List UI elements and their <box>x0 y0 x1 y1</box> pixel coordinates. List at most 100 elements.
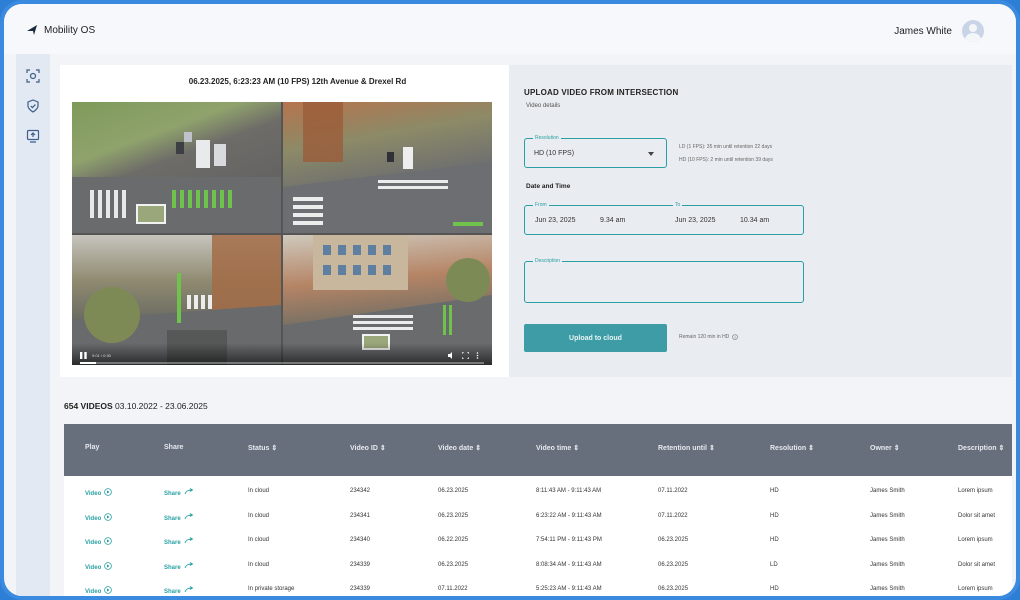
table-row[interactable]: Video Share In cloud 234341 06.23.2025 6:23:2… <box>64 505 1012 529</box>
column-header[interactable]: Status ⇕ <box>248 444 277 452</box>
sort-icon: ⇕ <box>708 445 715 452</box>
cell-date: 06.22.2025 <box>438 537 469 543</box>
cell-play[interactable]: Video <box>85 488 113 497</box>
remain-text: Remain 120 min in HD <box>679 334 730 340</box>
cell-date: 06.23.2025 <box>438 561 469 568</box>
table-row[interactable]: Video Share In cloud 234339 06.23.2025 8:08:3… <box>64 554 1012 578</box>
cell-play[interactable]: Video <box>85 561 113 571</box>
camera-view-1 <box>72 102 281 233</box>
cell-time: 8:11:43 AM - 9:11:43 AM <box>536 488 602 494</box>
column-header[interactable]: Video date ⇕ <box>438 444 481 452</box>
cell-share[interactable]: Share <box>164 488 194 497</box>
to-time[interactable]: 10.34 am <box>740 217 769 224</box>
sort-icon: ⇕ <box>379 445 386 452</box>
column-header[interactable]: Resolution ⇕ <box>770 444 814 452</box>
avatar[interactable] <box>962 20 984 42</box>
description-field[interactable]: Description <box>524 258 804 303</box>
cell-time: 5:25:23 AM - 9:11:43 AM <box>536 586 602 592</box>
cell-description: Lorem ipsum <box>958 537 993 543</box>
to-date[interactable]: Jun 23, 2025 <box>675 217 715 224</box>
cell-time: 6:23:22 AM - 9:11:43 AM <box>536 512 602 519</box>
video-player[interactable]: 0:01 / 0:30 <box>72 102 492 365</box>
progress-fill <box>80 362 97 364</box>
from-time[interactable]: 9.34 am <box>600 217 625 224</box>
cell-retention: 06.23.2025 <box>658 537 689 543</box>
column-header[interactable]: Play <box>85 444 99 451</box>
app-name: Mobility OS <box>44 24 96 36</box>
column-header[interactable]: Description ⇕ <box>958 444 1004 452</box>
camera-view-1-scene <box>72 132 281 233</box>
column-header[interactable]: Retention until ⇕ <box>658 444 715 452</box>
user-name: James White <box>894 25 952 37</box>
table-header: Play Share Status ⇕ Video ID ⇕ Video dat… <box>64 424 1012 476</box>
sort-icon: ⇕ <box>808 445 814 452</box>
cell-play[interactable]: Video <box>85 586 113 595</box>
play-icon <box>104 586 113 594</box>
cell-status: In private storage <box>248 586 295 592</box>
camera-view-2 <box>283 102 492 233</box>
cell-share[interactable]: Share <box>164 561 194 571</box>
brand[interactable]: Mobility OS <box>26 24 95 36</box>
description-label: Description <box>533 258 563 264</box>
video-list-header: 654 VIDEOS 03.10.2022 - 23.06.2025 <box>64 401 208 411</box>
share-icon <box>184 512 194 519</box>
cell-owner: James Smith <box>870 512 905 519</box>
pause-icon[interactable] <box>80 352 87 359</box>
cell-share[interactable]: Share <box>164 537 194 546</box>
sort-icon: ⇕ <box>475 445 482 452</box>
play-icon <box>104 488 113 496</box>
column-header[interactable]: Owner ⇕ <box>870 444 900 452</box>
cell-resolution: HD <box>770 512 779 519</box>
logo-icon <box>27 25 37 35</box>
camera-view-2-scene <box>283 102 492 233</box>
player-controls: 0:01 / 0:30 <box>72 343 492 365</box>
cell-resolution: LD <box>770 561 778 568</box>
cell-share[interactable]: Share <box>164 512 194 522</box>
main-content: 06.23.2025, 6:23:23 AM (10 FPS) 12th Ave… <box>50 54 1012 596</box>
upload-to-cloud-button[interactable]: Upload to cloud <box>524 324 667 352</box>
cell-description: Dolor sit amet <box>958 512 996 519</box>
camera-scan-icon <box>26 69 40 83</box>
cell-owner: James Smith <box>870 561 905 568</box>
resolution-select[interactable]: Resolution HD (10 FPS) <box>524 135 667 168</box>
resolution-note-hd: HD (10 FPS): 2 min until retention 39 da… <box>679 157 773 163</box>
cell-retention: 06.23.2025 <box>658 586 689 592</box>
cell-play[interactable]: Video <box>85 512 113 522</box>
progress-track[interactable] <box>80 362 484 364</box>
fullscreen-icon[interactable] <box>462 352 469 359</box>
cell-retention: 07.11.2022 <box>658 488 688 494</box>
cell-time: 7:54:11 PM - 9:11:43 PM <box>536 537 602 543</box>
videos-table: Play Share Status ⇕ Video ID ⇕ Video dat… <box>64 424 1012 596</box>
cell-play[interactable]: Video <box>85 537 113 546</box>
upload-subtitle: Video details <box>526 103 561 109</box>
top-bar: Mobility OS James White <box>4 4 1016 54</box>
column-header[interactable]: Video time ⇕ <box>536 444 579 452</box>
share-icon <box>184 586 194 593</box>
sidebar-item-security[interactable] <box>23 96 43 116</box>
cell-owner: James Smith <box>870 488 905 494</box>
table-row[interactable]: Video Share In cloud 234340 06.22.2025 7:54:1… <box>64 529 1012 553</box>
cell-date: 06.23.2025 <box>438 512 469 519</box>
from-label: From <box>533 202 549 208</box>
cell-share[interactable]: Share <box>164 586 194 595</box>
column-header[interactable]: Video ID ⇕ <box>350 444 386 452</box>
resolution-value: HD (10 FPS) <box>534 150 575 157</box>
info-icon[interactable] <box>732 334 739 340</box>
table-row[interactable]: Video Share In private storage 234339 07.11.… <box>64 578 1012 596</box>
cell-status: In cloud <box>248 488 270 494</box>
sidebar-item-camera[interactable] <box>23 66 43 86</box>
column-header[interactable]: Share <box>164 444 183 451</box>
cell-date: 07.11.2022 <box>438 586 468 592</box>
more-options-icon[interactable] <box>476 352 479 359</box>
cell-time: 8:08:34 AM - 9:11:43 AM <box>536 561 602 568</box>
share-icon <box>184 488 194 495</box>
user-menu[interactable]: James White <box>894 20 984 42</box>
volume-icon[interactable] <box>448 352 455 359</box>
table-row[interactable]: Video Share In cloud 234342 06.23.2025 8:11:4… <box>64 480 1012 504</box>
play-icon <box>104 561 113 570</box>
sidebar-item-upload[interactable] <box>23 126 43 146</box>
from-date[interactable]: Jun 23, 2025 <box>535 217 575 224</box>
cell-status: In cloud <box>248 537 270 543</box>
cell-status: In cloud <box>248 561 270 568</box>
date-range-field[interactable]: From To Jun 23, 2025 9.34 am Jun 23, 202… <box>524 202 804 235</box>
